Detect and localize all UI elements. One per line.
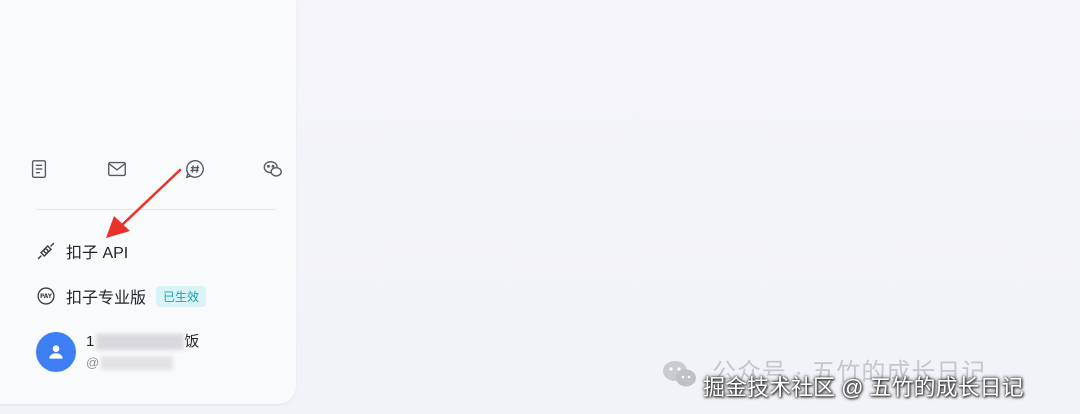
- user-handle: @: [86, 354, 199, 372]
- menu-item-label: 扣子专业版: [66, 290, 147, 307]
- sidebar-icon-row: [22, 152, 290, 186]
- redacted-blur: [101, 356, 174, 371]
- user-name-suffix: 饭: [184, 332, 200, 350]
- hashtag-chat-icon[interactable]: [178, 152, 212, 186]
- user-icon: [49, 345, 63, 359]
- pay-icon: PAY: [36, 286, 56, 306]
- wechat-icon[interactable]: [256, 152, 290, 186]
- svg-text:PAY: PAY: [40, 294, 53, 300]
- user-name-prefix: 1: [86, 332, 95, 350]
- redacted-blur: [96, 333, 185, 350]
- wechat-watermark-icon: [663, 361, 696, 387]
- user-profile[interactable]: 1饭 @: [36, 332, 199, 372]
- avatar: [36, 332, 76, 372]
- mail-icon[interactable]: [100, 152, 134, 186]
- plug-icon: [36, 241, 56, 261]
- status-badge: 已生效: [156, 285, 207, 307]
- user-handle-prefix: @: [86, 354, 100, 370]
- document-icon[interactable]: [22, 152, 56, 186]
- user-name: 1饭: [86, 333, 199, 351]
- sidebar-divider: [36, 209, 276, 210]
- menu-item-coze-api[interactable]: 扣子 API: [36, 237, 128, 265]
- menu-item-label: 扣子 API: [66, 245, 129, 262]
- watermark-line2: 掘金技术社区 @ 五竹的成长日记: [703, 375, 1024, 400]
- sidebar: 扣子 API PAY 扣子专业版 已生效 1饭 @: [0, 0, 296, 404]
- menu-item-coze-pro[interactable]: PAY 扣子专业版 已生效: [36, 282, 207, 310]
